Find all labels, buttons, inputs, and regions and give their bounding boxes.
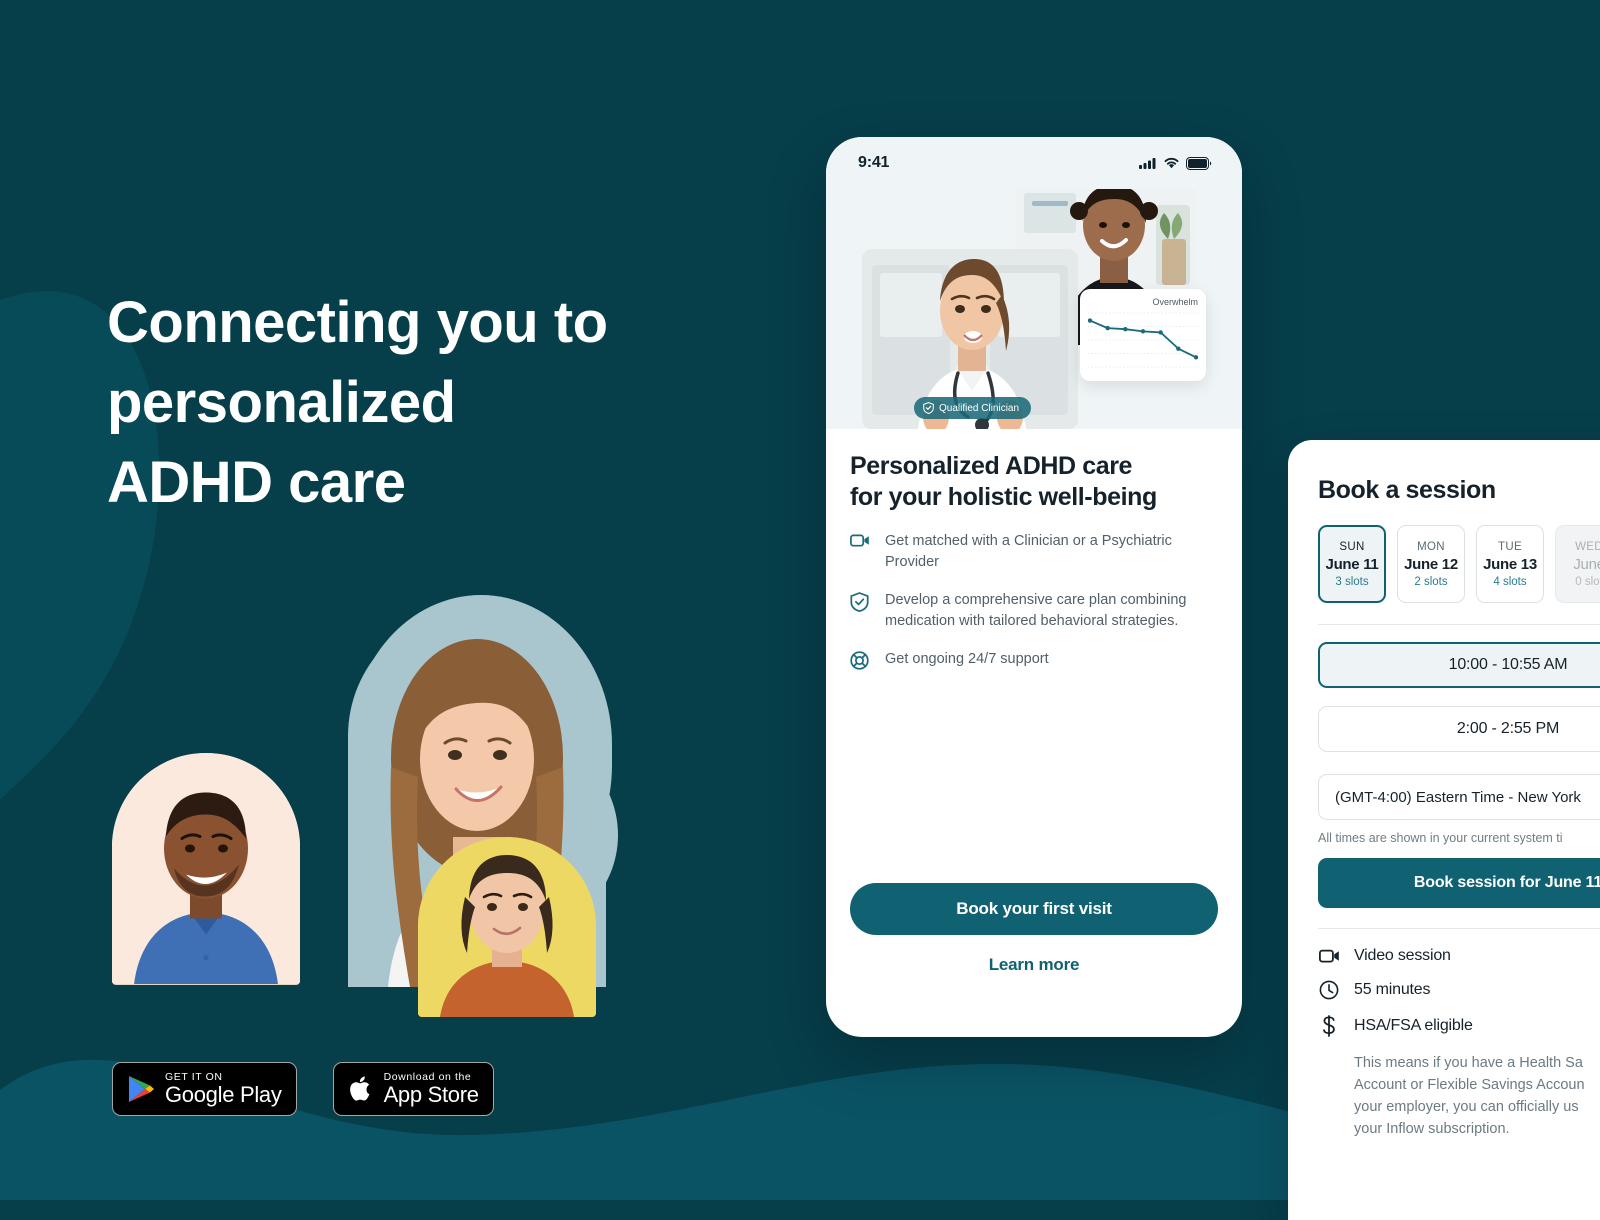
google-play-icon xyxy=(129,1076,154,1102)
booking-title: Book a session xyxy=(1318,476,1496,504)
headline-line-1: Connecting you to xyxy=(107,290,608,355)
dollar-sign-icon xyxy=(1318,1015,1340,1037)
phone-card-title: Personalized ADHD care for your holistic… xyxy=(850,451,1218,513)
divider xyxy=(1318,928,1600,929)
hsa-fsa-note: This means if you have a Health Sa Accou… xyxy=(1354,1052,1600,1140)
time-slot-morning[interactable]: 10:00 - 10:55 AM xyxy=(1318,642,1600,688)
lifebuoy-icon xyxy=(850,649,870,675)
date-dow: WED xyxy=(1575,540,1600,553)
meta-duration: 55 minutes xyxy=(1318,980,1600,1000)
date-dow: TUE xyxy=(1498,540,1522,553)
qualified-clinician-badge: Qualified Clinician xyxy=(914,397,1032,419)
date-card-june-13[interactable]: TUE June 13 4 slots xyxy=(1476,525,1544,603)
video-camera-icon xyxy=(850,531,870,573)
phone-title-line-1: Personalized ADHD care xyxy=(850,452,1133,480)
date-label: June 13 xyxy=(1483,555,1537,573)
people-collage xyxy=(100,585,640,1017)
date-card-june-11[interactable]: SUN June 11 3 slots xyxy=(1318,525,1386,603)
feature-item: Develop a comprehensive care plan combin… xyxy=(850,590,1218,632)
date-label: June xyxy=(1573,555,1600,573)
time-slot-afternoon[interactable]: 2:00 - 2:55 PM xyxy=(1318,706,1600,752)
status-time: 9:41 xyxy=(858,154,890,171)
date-label: June 12 xyxy=(1404,555,1458,573)
phone-mockup: 9:41 Qualified Clinician Overwhelm Perso… xyxy=(826,137,1242,1037)
booking-panel: Book a session SUN June 11 3 slots MON J… xyxy=(1288,440,1600,1220)
timezone-note: All times are shown in your current syst… xyxy=(1318,831,1563,845)
date-slots: 2 slots xyxy=(1414,575,1448,588)
phone-status-bar: 9:41 xyxy=(826,137,1242,189)
date-slots: 4 slots xyxy=(1493,575,1527,588)
hsa-note-line-2: Account or Flexible Savings Accoun xyxy=(1354,1077,1585,1093)
feature-item: Get ongoing 24/7 support xyxy=(850,649,1218,675)
clock-icon xyxy=(1318,980,1340,1000)
headline-line-3: ADHD care xyxy=(107,450,406,515)
date-dow: MON xyxy=(1417,540,1445,553)
learn-more-link[interactable]: Learn more xyxy=(826,955,1242,975)
overwhelm-chart-card: Overwhelm xyxy=(1080,289,1206,381)
shield-check-icon xyxy=(923,402,934,414)
headline-line-2: personalized xyxy=(107,370,456,435)
meta-hsa-fsa: HSA/FSA eligible xyxy=(1318,1015,1600,1037)
meta-video-session: Video session xyxy=(1318,947,1600,965)
feature-item: Get matched with a Clinician or a Psychi… xyxy=(850,531,1218,573)
wifi-icon xyxy=(1164,157,1179,169)
apple-logo-icon xyxy=(349,1076,369,1101)
date-slots: 3 slots xyxy=(1335,575,1369,588)
hsa-note-line-4: your Inflow subscription. xyxy=(1354,1121,1510,1137)
book-session-button[interactable]: Book session for June 11 xyxy=(1318,858,1600,908)
store-badges: GET IT ON Google Play Download on the Ap… xyxy=(112,1062,494,1116)
hsa-note-line-1: This means if you have a Health Sa xyxy=(1354,1055,1583,1071)
date-label: June 11 xyxy=(1325,555,1379,573)
divider xyxy=(1318,624,1600,625)
feature-text: Develop a comprehensive care plan combin… xyxy=(885,592,1187,629)
meta-label: Video session xyxy=(1354,947,1451,964)
book-first-visit-button[interactable]: Book your first visit xyxy=(850,883,1218,935)
battery-icon xyxy=(1186,156,1212,170)
date-dow: SUN xyxy=(1339,540,1365,553)
app-store-badge[interactable]: Download on the App Store xyxy=(332,1062,494,1116)
meta-label: HSA/FSA eligible xyxy=(1354,1017,1473,1034)
page-title: Connecting you to personalized ADHD care xyxy=(107,283,727,523)
hsa-note-line-3: your employer, you can officially us xyxy=(1354,1099,1579,1115)
date-card-june-12[interactable]: MON June 12 2 slots xyxy=(1397,525,1465,603)
phone-title-line-2: for your holistic well-being xyxy=(850,483,1157,511)
video-tile-clinician: Qualified Clinician xyxy=(862,249,1078,429)
cellular-signal-icon xyxy=(1139,158,1156,169)
phone-hero-image: Qualified Clinician Overwhelm xyxy=(826,189,1242,429)
feature-text: Get matched with a Clinician or a Psychi… xyxy=(885,533,1172,570)
app-store-bottom-label: App Store xyxy=(383,1081,479,1107)
google-play-bottom-label: Google Play xyxy=(165,1081,282,1107)
qualified-clinician-label: Qualified Clinician xyxy=(939,402,1020,414)
overwhelm-line-chart xyxy=(1087,312,1199,368)
google-play-badge[interactable]: GET IT ON Google Play xyxy=(112,1062,297,1116)
portrait-man-blue-polo xyxy=(112,753,300,985)
feature-text: Get ongoing 24/7 support xyxy=(885,651,1049,667)
timezone-select[interactable]: (GMT-4:00) Eastern Time - New York xyxy=(1318,774,1600,820)
shield-check-icon xyxy=(850,590,870,632)
meta-label: 55 minutes xyxy=(1354,981,1431,998)
date-card-june-14: WED June 0 slot xyxy=(1555,525,1600,603)
date-selector: SUN June 11 3 slots MON June 12 2 slots … xyxy=(1318,525,1600,603)
video-camera-icon xyxy=(1318,948,1340,964)
date-slots: 0 slot xyxy=(1575,575,1600,588)
chart-title: Overwhelm xyxy=(1152,297,1198,307)
portrait-woman-orange-top xyxy=(418,837,596,1017)
